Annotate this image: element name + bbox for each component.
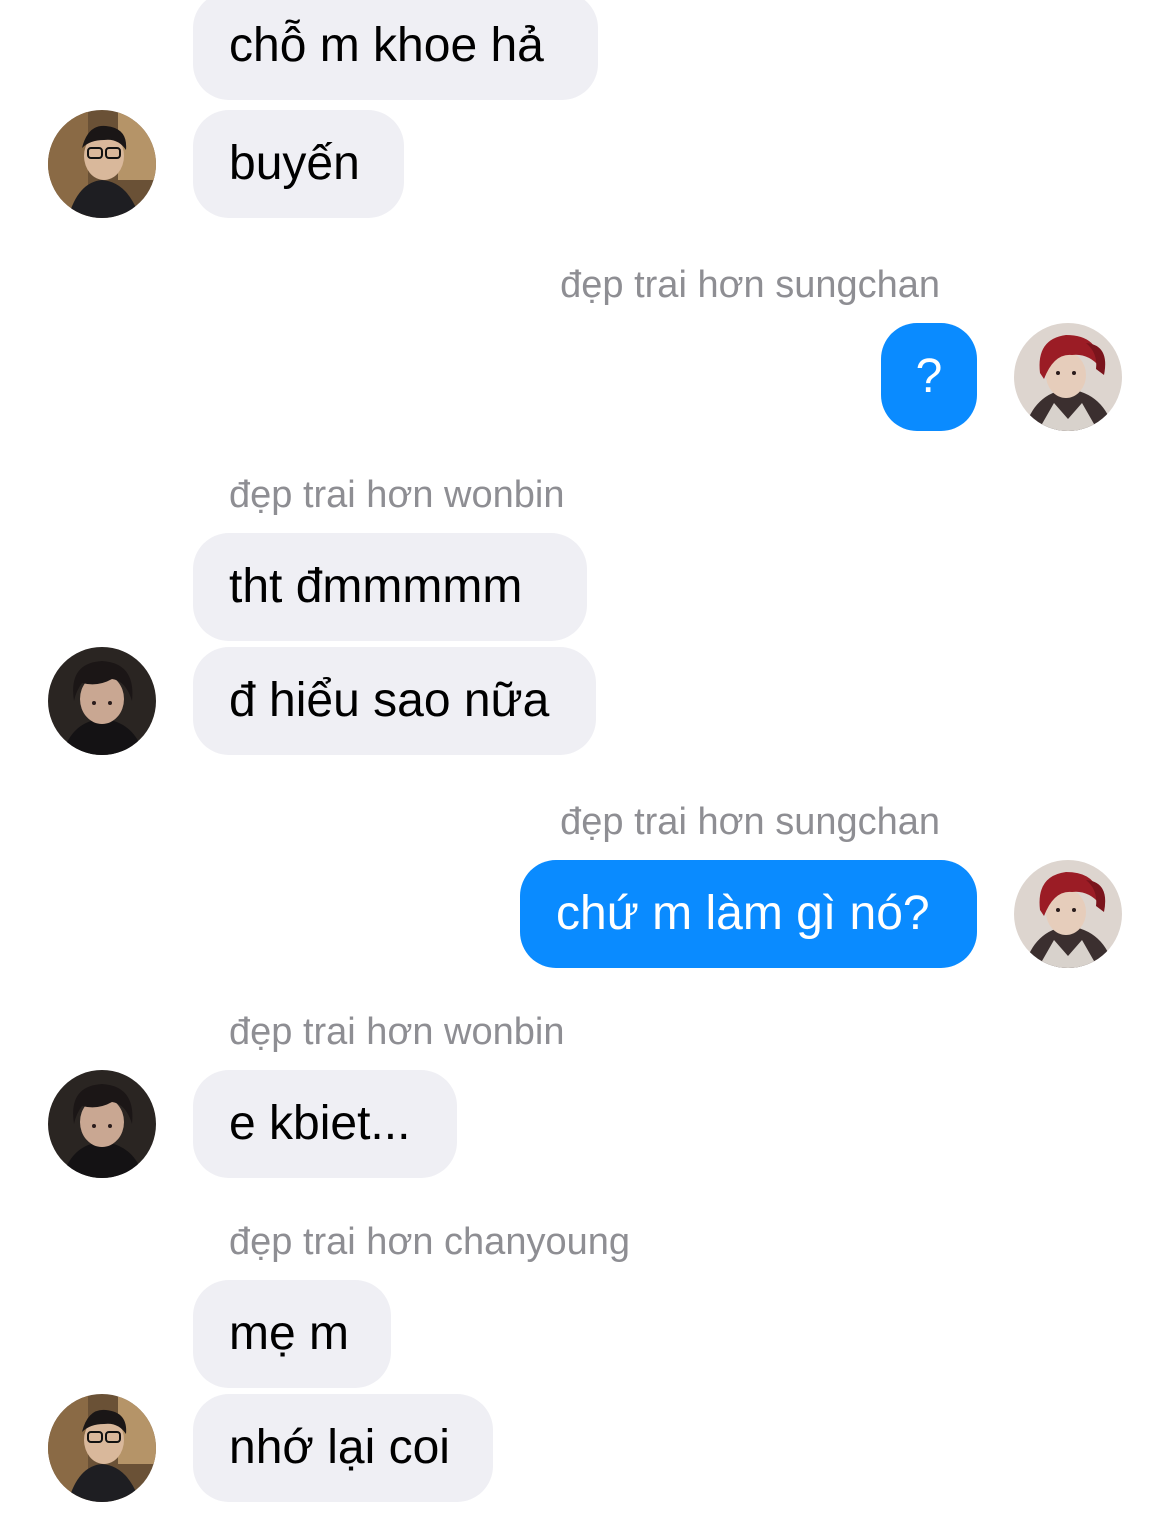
avatar[interactable] bbox=[1014, 323, 1122, 431]
avatar-photo-icon bbox=[48, 1070, 156, 1178]
sender-name: đẹp trai hơn wonbin bbox=[229, 474, 565, 516]
message-bubble[interactable]: mẹ m bbox=[193, 1280, 391, 1388]
sender-name: đẹp trai hơn wonbin bbox=[229, 1011, 565, 1053]
message-bubble[interactable]: đ hiểu sao nữa bbox=[193, 647, 596, 755]
message-bubble[interactable]: e kbiet... bbox=[193, 1070, 457, 1178]
message-bubble[interactable]: ? bbox=[881, 323, 977, 431]
sender-name: đẹp trai hơn sungchan bbox=[560, 801, 940, 843]
message-text: e kbiet... bbox=[229, 1097, 411, 1150]
message-text: chỗ m khoe hả bbox=[229, 19, 544, 72]
sender-name: đẹp trai hơn sungchan bbox=[560, 264, 940, 306]
message-text: đ hiểu sao nữa bbox=[229, 674, 550, 727]
avatar-photo-icon bbox=[48, 1394, 156, 1502]
avatar[interactable] bbox=[48, 110, 156, 218]
chat-thread: chỗ m khoe hả buyến đẹp trai hơn sungcha… bbox=[0, 0, 1170, 1529]
message-bubble[interactable]: chỗ m khoe hả bbox=[193, 0, 598, 100]
avatar[interactable] bbox=[48, 1394, 156, 1502]
message-bubble[interactable]: buyến bbox=[193, 110, 404, 218]
message-bubble[interactable]: chứ m làm gì nó? bbox=[520, 860, 977, 968]
message-bubble[interactable]: tht đmmmmm bbox=[193, 533, 587, 641]
sender-name: đẹp trai hơn chanyoung bbox=[229, 1221, 630, 1263]
avatar-photo-icon bbox=[48, 110, 156, 218]
avatar-photo-icon bbox=[1014, 860, 1122, 968]
message-text: nhớ lại coi bbox=[229, 1421, 450, 1474]
message-text: mẹ m bbox=[229, 1307, 349, 1360]
avatar[interactable] bbox=[1014, 860, 1122, 968]
avatar[interactable] bbox=[48, 1070, 156, 1178]
avatar-photo-icon bbox=[1014, 323, 1122, 431]
message-text: ? bbox=[915, 350, 943, 403]
message-text: chứ m làm gì nó? bbox=[556, 887, 930, 940]
message-text: tht đmmmmm bbox=[229, 560, 523, 613]
avatar-photo-icon bbox=[48, 647, 156, 755]
message-text: buyến bbox=[229, 137, 360, 190]
message-bubble[interactable]: nhớ lại coi bbox=[193, 1394, 493, 1502]
avatar[interactable] bbox=[48, 647, 156, 755]
